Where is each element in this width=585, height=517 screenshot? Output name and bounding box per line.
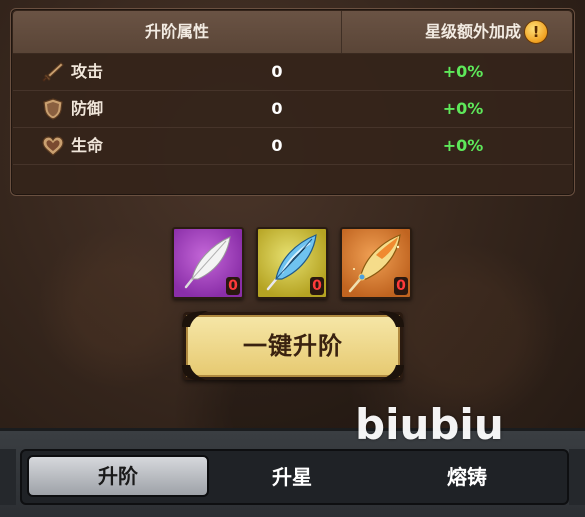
tab-upgrade[interactable]: 升阶 — [27, 455, 209, 497]
watermark-text: biubiu — [355, 400, 504, 449]
sword-icon — [42, 62, 64, 82]
material-slot-white-feather[interactable]: 0 — [172, 227, 244, 299]
stat-value: 0 — [271, 99, 283, 118]
stat-label: 生命 — [71, 136, 104, 155]
stat-label: 防御 — [71, 99, 104, 118]
shield-icon — [43, 98, 63, 120]
star-bonus-heading: 星级额外加成 — [424, 22, 521, 41]
tab-bar-right-cap — [569, 449, 585, 505]
stat-label: 攻击 — [71, 62, 104, 81]
stat-bonus: +0% — [442, 99, 484, 118]
material-slot-blue-feather[interactable]: 0 — [256, 227, 328, 299]
stats-panel: 升阶属性 星级额外加成 ! 攻击 0 +0% 防御 0 +0% 生命 0 +0% — [10, 8, 575, 196]
heart-icon — [42, 136, 64, 156]
header-divider — [341, 11, 342, 53]
stat-value: 0 — [271, 62, 283, 81]
stats-header: 升阶属性 星级额外加成 ! — [13, 11, 572, 54]
material-count: 0 — [394, 277, 408, 295]
one-click-upgrade-button[interactable]: 一键升阶 — [182, 311, 404, 381]
material-slot-golden-feather[interactable]: 0 — [340, 227, 412, 299]
stat-row-defense: 防御 0 +0% — [13, 91, 572, 128]
material-count: 0 — [310, 277, 324, 295]
material-count: 0 — [226, 277, 240, 295]
upgrade-button-label: 一键升阶 — [243, 332, 343, 360]
tab-bar-left-cap — [0, 449, 16, 505]
tab-forge[interactable]: 熔铸 — [392, 457, 542, 497]
info-icon[interactable]: ! — [524, 20, 548, 44]
tab-star-up[interactable]: 升星 — [217, 457, 367, 497]
stat-bonus: +0% — [442, 136, 484, 155]
tab-container: 升阶 升星 熔铸 — [20, 449, 569, 505]
stat-value: 0 — [271, 136, 283, 155]
stat-bonus: +0% — [442, 62, 484, 81]
stat-row-attack: 攻击 0 +0% — [13, 54, 572, 91]
stat-row-health: 生命 0 +0% — [13, 128, 572, 165]
upgrade-attributes-heading: 升阶属性 — [144, 22, 209, 41]
